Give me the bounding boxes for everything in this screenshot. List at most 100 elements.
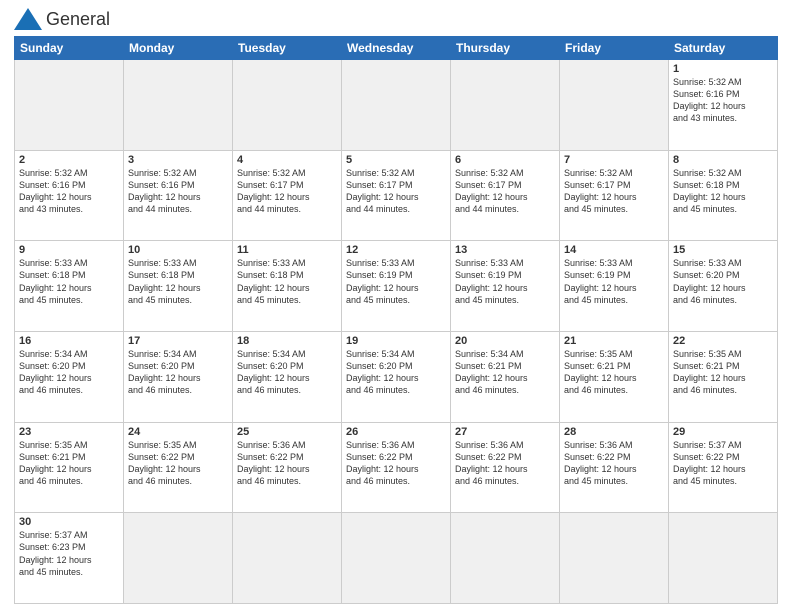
day-info: Sunrise: 5:32 AM Sunset: 6:17 PM Dayligh… <box>455 167 555 216</box>
day-info: Sunrise: 5:32 AM Sunset: 6:17 PM Dayligh… <box>346 167 446 216</box>
day-info: Sunrise: 5:32 AM Sunset: 6:16 PM Dayligh… <box>128 167 228 216</box>
day-info: Sunrise: 5:37 AM Sunset: 6:22 PM Dayligh… <box>673 439 773 488</box>
day-number: 20 <box>455 335 555 347</box>
day-number: 6 <box>455 154 555 166</box>
calendar-cell: 29Sunrise: 5:37 AM Sunset: 6:22 PM Dayli… <box>669 422 778 513</box>
day-info: Sunrise: 5:32 AM Sunset: 6:17 PM Dayligh… <box>564 167 664 216</box>
calendar-table: SundayMondayTuesdayWednesdayThursdayFrid… <box>14 36 778 604</box>
calendar-cell <box>233 60 342 151</box>
logo-triangle-icon <box>14 8 42 30</box>
day-number: 8 <box>673 154 773 166</box>
day-number: 26 <box>346 426 446 438</box>
day-number: 15 <box>673 244 773 256</box>
col-header-saturday: Saturday <box>669 37 778 60</box>
calendar-cell <box>669 513 778 604</box>
day-number: 23 <box>19 426 119 438</box>
day-number: 28 <box>564 426 664 438</box>
calendar-cell: 25Sunrise: 5:36 AM Sunset: 6:22 PM Dayli… <box>233 422 342 513</box>
col-header-tuesday: Tuesday <box>233 37 342 60</box>
calendar-cell: 22Sunrise: 5:35 AM Sunset: 6:21 PM Dayli… <box>669 331 778 422</box>
day-number: 29 <box>673 426 773 438</box>
day-info: Sunrise: 5:34 AM Sunset: 6:20 PM Dayligh… <box>237 348 337 397</box>
day-info: Sunrise: 5:34 AM Sunset: 6:20 PM Dayligh… <box>19 348 119 397</box>
calendar-cell: 28Sunrise: 5:36 AM Sunset: 6:22 PM Dayli… <box>560 422 669 513</box>
day-number: 11 <box>237 244 337 256</box>
day-number: 7 <box>564 154 664 166</box>
day-info: Sunrise: 5:32 AM Sunset: 6:16 PM Dayligh… <box>19 167 119 216</box>
calendar-header-row: SundayMondayTuesdayWednesdayThursdayFrid… <box>15 37 778 60</box>
calendar-cell: 10Sunrise: 5:33 AM Sunset: 6:18 PM Dayli… <box>124 241 233 332</box>
day-number: 25 <box>237 426 337 438</box>
calendar-cell: 17Sunrise: 5:34 AM Sunset: 6:20 PM Dayli… <box>124 331 233 422</box>
calendar-cell: 7Sunrise: 5:32 AM Sunset: 6:17 PM Daylig… <box>560 150 669 241</box>
col-header-sunday: Sunday <box>15 37 124 60</box>
calendar-cell: 16Sunrise: 5:34 AM Sunset: 6:20 PM Dayli… <box>15 331 124 422</box>
calendar-week-row: 1Sunrise: 5:32 AM Sunset: 6:16 PM Daylig… <box>15 60 778 151</box>
day-info: Sunrise: 5:32 AM Sunset: 6:17 PM Dayligh… <box>237 167 337 216</box>
day-info: Sunrise: 5:37 AM Sunset: 6:23 PM Dayligh… <box>19 529 119 578</box>
header: General <box>14 10 778 30</box>
day-number: 13 <box>455 244 555 256</box>
day-number: 5 <box>346 154 446 166</box>
calendar-cell: 18Sunrise: 5:34 AM Sunset: 6:20 PM Dayli… <box>233 331 342 422</box>
day-number: 4 <box>237 154 337 166</box>
calendar-cell <box>451 513 560 604</box>
calendar-cell: 12Sunrise: 5:33 AM Sunset: 6:19 PM Dayli… <box>342 241 451 332</box>
calendar-week-row: 2Sunrise: 5:32 AM Sunset: 6:16 PM Daylig… <box>15 150 778 241</box>
day-info: Sunrise: 5:34 AM Sunset: 6:20 PM Dayligh… <box>346 348 446 397</box>
calendar-cell: 30Sunrise: 5:37 AM Sunset: 6:23 PM Dayli… <box>15 513 124 604</box>
calendar-body: 1Sunrise: 5:32 AM Sunset: 6:16 PM Daylig… <box>15 60 778 604</box>
calendar-cell: 3Sunrise: 5:32 AM Sunset: 6:16 PM Daylig… <box>124 150 233 241</box>
day-info: Sunrise: 5:36 AM Sunset: 6:22 PM Dayligh… <box>237 439 337 488</box>
calendar-cell <box>342 60 451 151</box>
page: General SundayMondayTuesdayWednesdayThur… <box>0 0 792 612</box>
calendar-cell <box>124 513 233 604</box>
day-number: 24 <box>128 426 228 438</box>
day-number: 21 <box>564 335 664 347</box>
day-info: Sunrise: 5:33 AM Sunset: 6:19 PM Dayligh… <box>455 257 555 306</box>
calendar-cell: 24Sunrise: 5:35 AM Sunset: 6:22 PM Dayli… <box>124 422 233 513</box>
calendar-cell <box>451 60 560 151</box>
calendar-cell: 2Sunrise: 5:32 AM Sunset: 6:16 PM Daylig… <box>15 150 124 241</box>
calendar-cell: 26Sunrise: 5:36 AM Sunset: 6:22 PM Dayli… <box>342 422 451 513</box>
calendar-cell: 8Sunrise: 5:32 AM Sunset: 6:18 PM Daylig… <box>669 150 778 241</box>
day-number: 1 <box>673 63 773 75</box>
day-info: Sunrise: 5:32 AM Sunset: 6:18 PM Dayligh… <box>673 167 773 216</box>
calendar-cell: 27Sunrise: 5:36 AM Sunset: 6:22 PM Dayli… <box>451 422 560 513</box>
calendar-cell: 21Sunrise: 5:35 AM Sunset: 6:21 PM Dayli… <box>560 331 669 422</box>
calendar-cell <box>342 513 451 604</box>
calendar-cell: 13Sunrise: 5:33 AM Sunset: 6:19 PM Dayli… <box>451 241 560 332</box>
calendar-cell: 5Sunrise: 5:32 AM Sunset: 6:17 PM Daylig… <box>342 150 451 241</box>
calendar-cell <box>560 60 669 151</box>
day-number: 9 <box>19 244 119 256</box>
day-info: Sunrise: 5:32 AM Sunset: 6:16 PM Dayligh… <box>673 76 773 125</box>
calendar-cell: 4Sunrise: 5:32 AM Sunset: 6:17 PM Daylig… <box>233 150 342 241</box>
day-number: 16 <box>19 335 119 347</box>
calendar-cell: 1Sunrise: 5:32 AM Sunset: 6:16 PM Daylig… <box>669 60 778 151</box>
calendar-cell <box>233 513 342 604</box>
col-header-thursday: Thursday <box>451 37 560 60</box>
day-info: Sunrise: 5:36 AM Sunset: 6:22 PM Dayligh… <box>564 439 664 488</box>
day-info: Sunrise: 5:33 AM Sunset: 6:19 PM Dayligh… <box>346 257 446 306</box>
calendar-cell: 11Sunrise: 5:33 AM Sunset: 6:18 PM Dayli… <box>233 241 342 332</box>
calendar-cell <box>124 60 233 151</box>
day-number: 18 <box>237 335 337 347</box>
calendar-week-row: 23Sunrise: 5:35 AM Sunset: 6:21 PM Dayli… <box>15 422 778 513</box>
calendar-cell <box>560 513 669 604</box>
calendar-cell: 20Sunrise: 5:34 AM Sunset: 6:21 PM Dayli… <box>451 331 560 422</box>
logo: General <box>14 10 110 30</box>
calendar-cell: 15Sunrise: 5:33 AM Sunset: 6:20 PM Dayli… <box>669 241 778 332</box>
day-number: 22 <box>673 335 773 347</box>
day-info: Sunrise: 5:36 AM Sunset: 6:22 PM Dayligh… <box>455 439 555 488</box>
day-info: Sunrise: 5:35 AM Sunset: 6:21 PM Dayligh… <box>564 348 664 397</box>
day-info: Sunrise: 5:34 AM Sunset: 6:20 PM Dayligh… <box>128 348 228 397</box>
day-number: 10 <box>128 244 228 256</box>
day-info: Sunrise: 5:35 AM Sunset: 6:21 PM Dayligh… <box>673 348 773 397</box>
col-header-wednesday: Wednesday <box>342 37 451 60</box>
day-number: 17 <box>128 335 228 347</box>
day-info: Sunrise: 5:33 AM Sunset: 6:18 PM Dayligh… <box>19 257 119 306</box>
day-info: Sunrise: 5:35 AM Sunset: 6:21 PM Dayligh… <box>19 439 119 488</box>
logo-icon <box>14 10 42 30</box>
day-number: 27 <box>455 426 555 438</box>
col-header-monday: Monday <box>124 37 233 60</box>
